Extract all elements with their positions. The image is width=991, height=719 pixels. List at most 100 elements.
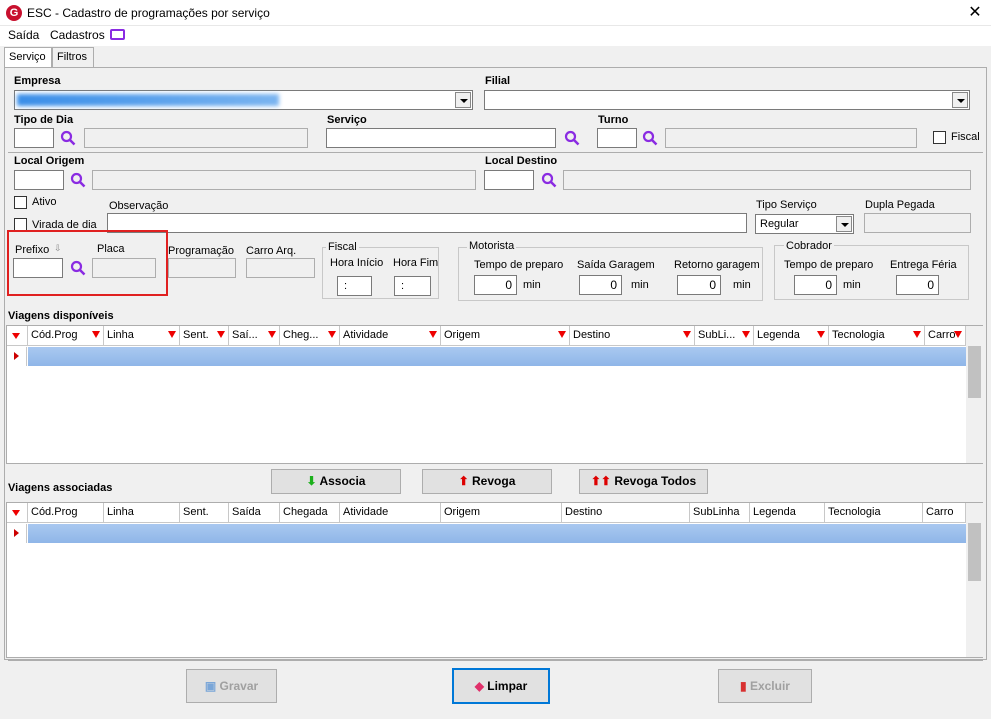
filial-label: Filial: [485, 75, 511, 87]
turno-input[interactable]: [597, 128, 637, 148]
search-icon[interactable]: [642, 130, 658, 146]
min-label: min: [631, 279, 649, 291]
hora-fim-input[interactable]: :: [394, 276, 431, 296]
min-label: min: [733, 279, 751, 291]
col-header[interactable]: Saí...: [229, 326, 280, 346]
table-row[interactable]: [28, 347, 966, 366]
tipo-servico-dropdown-icon[interactable]: [836, 216, 852, 232]
search-icon[interactable]: [70, 260, 86, 276]
cob-tempo-preparo-input[interactable]: 0: [794, 275, 837, 295]
tipo-servico-label: Tipo Serviço: [756, 199, 817, 211]
col-header[interactable]: Destino: [562, 503, 690, 523]
eraser-icon: ◆: [474, 679, 488, 693]
ativo-checkbox[interactable]: [14, 196, 27, 209]
col-header[interactable]: Tecnologia: [829, 326, 925, 346]
empresa-dropdown-icon[interactable]: [455, 92, 471, 108]
fiscal-checkbox[interactable]: [933, 131, 946, 144]
col-header[interactable]: Cód.Prog: [28, 326, 104, 346]
retorno-garagem-input[interactable]: 0: [677, 275, 721, 295]
placa-field: [92, 258, 156, 278]
col-header[interactable]: Cheg...: [280, 326, 340, 346]
filial-dropdown-icon[interactable]: [952, 92, 968, 108]
empresa-select[interactable]: [14, 90, 473, 110]
col-header[interactable]: Tecnologia: [825, 503, 923, 523]
window-title: ESC - Cadastro de programações por servi…: [27, 6, 270, 20]
carro-arq-label: Carro Arq.: [246, 245, 297, 257]
col-header[interactable]: Sent.: [180, 326, 229, 346]
hora-inicio-label: Hora Início: [330, 257, 384, 269]
menu-saida[interactable]: Saída: [8, 28, 39, 42]
local-origem-input[interactable]: [14, 170, 64, 190]
col-header[interactable]: Origem: [441, 326, 570, 346]
menu-cadastros[interactable]: Cadastros: [50, 28, 105, 42]
col-header[interactable]: Cód.Prog: [28, 503, 104, 523]
hora-inicio-input[interactable]: :: [337, 276, 372, 296]
limpar-button[interactable]: ◆ Limpar: [452, 668, 550, 704]
tipo-dia-input[interactable]: [14, 128, 54, 148]
dupla-pegada-field: [864, 213, 971, 233]
retorno-garagem-label: Retorno garagem: [674, 259, 760, 271]
search-icon[interactable]: [541, 172, 557, 188]
tab-servico[interactable]: Serviço: [4, 47, 52, 68]
servico-label: Serviço: [327, 114, 367, 126]
search-icon[interactable]: [70, 172, 86, 188]
scrollbar[interactable]: [966, 326, 983, 463]
monitor-icon[interactable]: [110, 29, 125, 40]
grid-disponiveis-title: Viagens disponíveis: [8, 310, 114, 322]
col-header[interactable]: SubLi...: [695, 326, 754, 346]
col-header[interactable]: Legenda: [750, 503, 825, 523]
grid-corner[interactable]: [7, 326, 28, 346]
local-destino-input[interactable]: [484, 170, 534, 190]
saida-garagem-input[interactable]: 0: [579, 275, 622, 295]
grid-viagens-associadas[interactable]: Cód.Prog Linha Sent. Saída Chegada Ativi…: [6, 502, 983, 658]
tipo-dia-label: Tipo de Dia: [14, 114, 74, 126]
scrollbar[interactable]: [966, 503, 983, 657]
col-header[interactable]: Carro: [925, 326, 966, 346]
grid-corner[interactable]: [7, 503, 28, 523]
tipo-servico-select[interactable]: Regular: [755, 214, 854, 234]
col-header[interactable]: Atividade: [340, 326, 441, 346]
blurred-value: [17, 94, 279, 106]
entrega-ferias-input[interactable]: 0: [896, 275, 939, 295]
associa-button[interactable]: ⬇ Associa: [271, 469, 401, 494]
col-header[interactable]: Atividade: [340, 503, 441, 523]
mot-tempo-preparo-input[interactable]: 0: [474, 275, 517, 295]
col-header[interactable]: Sent.: [180, 503, 229, 523]
col-header[interactable]: Legenda: [754, 326, 829, 346]
col-header[interactable]: Chegada: [280, 503, 340, 523]
grid-viagens-disponiveis[interactable]: Cód.Prog Linha Sent. Saí... Cheg... Ativ…: [6, 325, 983, 464]
tab-filtros[interactable]: Filtros: [52, 47, 94, 67]
col-header[interactable]: Destino: [570, 326, 695, 346]
observacao-label: Observação: [109, 200, 169, 212]
motorista-label: Motorista: [467, 240, 517, 252]
col-header[interactable]: Linha: [104, 326, 180, 346]
col-header[interactable]: Origem: [441, 503, 562, 523]
revoga-button[interactable]: ⬆ Revoga: [422, 469, 552, 494]
close-button[interactable]: ✕: [963, 2, 987, 24]
filial-select[interactable]: [484, 90, 970, 110]
trash-icon: ▮: [740, 679, 750, 693]
gravar-button[interactable]: ▣ Gravar: [186, 669, 277, 703]
col-header[interactable]: Carro: [923, 503, 966, 523]
excluir-button[interactable]: ▮ Excluir: [718, 669, 812, 703]
divider: [8, 660, 983, 661]
menu-bar: [0, 26, 991, 46]
servico-input[interactable]: [326, 128, 556, 148]
col-header[interactable]: SubLinha: [690, 503, 750, 523]
dupla-pegada-label: Dupla Pegada: [865, 199, 935, 211]
local-origem-label: Local Origem: [14, 155, 85, 167]
observacao-input[interactable]: [107, 213, 747, 233]
saida-garagem-label: Saída Garagem: [577, 259, 655, 271]
prefixo-input[interactable]: [13, 258, 63, 278]
search-icon[interactable]: [60, 130, 76, 146]
divider: [8, 152, 983, 153]
empresa-label: Empresa: [14, 75, 61, 87]
double-arrow-up-icon: ⬆⬆: [590, 474, 615, 488]
row-indicator-icon: [7, 524, 27, 543]
table-row[interactable]: [28, 524, 966, 543]
min-label: min: [843, 279, 861, 291]
revoga-todos-button[interactable]: ⬆⬆ Revoga Todos: [579, 469, 708, 494]
col-header[interactable]: Linha: [104, 503, 180, 523]
col-header[interactable]: Saída: [229, 503, 280, 523]
search-icon[interactable]: [564, 130, 580, 146]
